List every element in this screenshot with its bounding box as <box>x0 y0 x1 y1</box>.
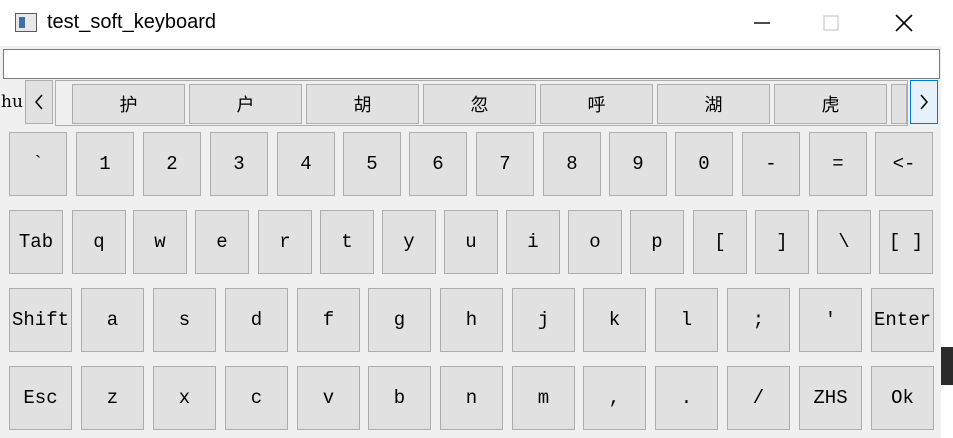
key-l[interactable]: l <box>655 288 718 352</box>
key-i[interactable]: i <box>506 210 560 274</box>
key-9[interactable]: 9 <box>609 132 667 196</box>
key-m[interactable]: m <box>512 366 575 430</box>
key-backspace[interactable]: <- <box>875 132 933 196</box>
candidate-item[interactable]: 户 <box>189 84 302 124</box>
close-button[interactable] <box>881 0 927 46</box>
maximize-button[interactable] <box>808 0 854 46</box>
key-p[interactable]: p <box>630 210 684 274</box>
key-space[interactable]: [ ] <box>879 210 933 274</box>
key-w[interactable]: w <box>133 210 187 274</box>
candidate-item[interactable]: 湖 <box>657 84 770 124</box>
key-apostrophe[interactable]: ' <box>799 288 862 352</box>
key-6[interactable]: 6 <box>409 132 467 196</box>
maximize-icon <box>823 15 839 31</box>
key-zhs[interactable]: ZHS <box>799 366 862 430</box>
key-7[interactable]: 7 <box>476 132 534 196</box>
key-x[interactable]: x <box>153 366 216 430</box>
candidate-item[interactable]: 胡 <box>306 84 419 124</box>
key-v[interactable]: v <box>297 366 360 430</box>
key-4[interactable]: 4 <box>277 132 335 196</box>
key-backtick[interactable]: ` <box>9 132 67 196</box>
key-2[interactable]: 2 <box>143 132 201 196</box>
candidate-item[interactable]: 呼 <box>540 84 653 124</box>
key-0[interactable]: 0 <box>675 132 733 196</box>
key-b[interactable]: b <box>368 366 431 430</box>
minimize-icon <box>754 22 770 24</box>
title-bar: test_soft_keyboard <box>0 0 953 46</box>
key-g[interactable]: g <box>368 288 431 352</box>
key-d[interactable]: d <box>225 288 288 352</box>
key-minus[interactable]: - <box>742 132 800 196</box>
key-y[interactable]: y <box>382 210 436 274</box>
key-q[interactable]: q <box>72 210 126 274</box>
key-equals[interactable]: = <box>809 132 867 196</box>
keyboard-panel: hu 护户胡忽呼湖虎 ` 1 2 3 4 5 6 7 8 9 0- = <- Tab q w e r t y u i o p[… <box>0 46 941 438</box>
candidate-item-partial <box>891 84 907 124</box>
key-comma[interactable]: , <box>583 366 646 430</box>
key-o[interactable]: o <box>568 210 622 274</box>
candidate-item[interactable]: 忽 <box>423 84 536 124</box>
chevron-right-icon <box>920 94 928 110</box>
candidate-item[interactable]: 虎 <box>774 84 887 124</box>
key-backslash[interactable]: \ <box>817 210 871 274</box>
key-1[interactable]: 1 <box>76 132 134 196</box>
candidate-item[interactable]: 护 <box>72 84 185 124</box>
key-h[interactable]: h <box>440 288 503 352</box>
key-period[interactable]: . <box>655 366 718 430</box>
key-semicolon[interactable]: ; <box>727 288 790 352</box>
key-r[interactable]: r <box>258 210 312 274</box>
minimize-button[interactable] <box>739 0 785 46</box>
key-j[interactable]: j <box>512 288 575 352</box>
key-right-bracket[interactable]: ] <box>755 210 809 274</box>
window-title: test_soft_keyboard <box>47 11 216 33</box>
pinyin-label: hu <box>1 92 23 112</box>
candidate-next-button[interactable] <box>910 80 938 124</box>
key-tab[interactable]: Tab <box>9 210 63 274</box>
key-5[interactable]: 5 <box>343 132 401 196</box>
key-3[interactable]: 3 <box>210 132 268 196</box>
key-esc[interactable]: Esc <box>9 366 72 430</box>
close-icon <box>895 14 913 32</box>
key-c[interactable]: c <box>225 366 288 430</box>
key-a[interactable]: a <box>81 288 144 352</box>
key-e[interactable]: e <box>195 210 249 274</box>
candidate-bar: 护户胡忽呼湖虎 <box>55 80 908 126</box>
key-slash[interactable]: / <box>727 366 790 430</box>
key-8[interactable]: 8 <box>543 132 601 196</box>
text-input[interactable] <box>3 49 940 79</box>
key-k[interactable]: k <box>583 288 646 352</box>
window-edge <box>941 0 953 438</box>
app-window-icon <box>15 13 37 32</box>
key-f[interactable]: f <box>297 288 360 352</box>
chevron-left-icon <box>35 94 43 110</box>
key-u[interactable]: u <box>444 210 498 274</box>
key-shift[interactable]: Shift <box>9 288 72 352</box>
candidate-prev-button[interactable] <box>25 80 53 124</box>
key-left-bracket[interactable]: [ <box>693 210 747 274</box>
key-t[interactable]: t <box>320 210 374 274</box>
key-ok[interactable]: Ok <box>871 366 934 430</box>
key-z[interactable]: z <box>81 366 144 430</box>
key-n[interactable]: n <box>440 366 503 430</box>
key-s[interactable]: s <box>153 288 216 352</box>
key-enter[interactable]: Enter <box>871 288 934 352</box>
